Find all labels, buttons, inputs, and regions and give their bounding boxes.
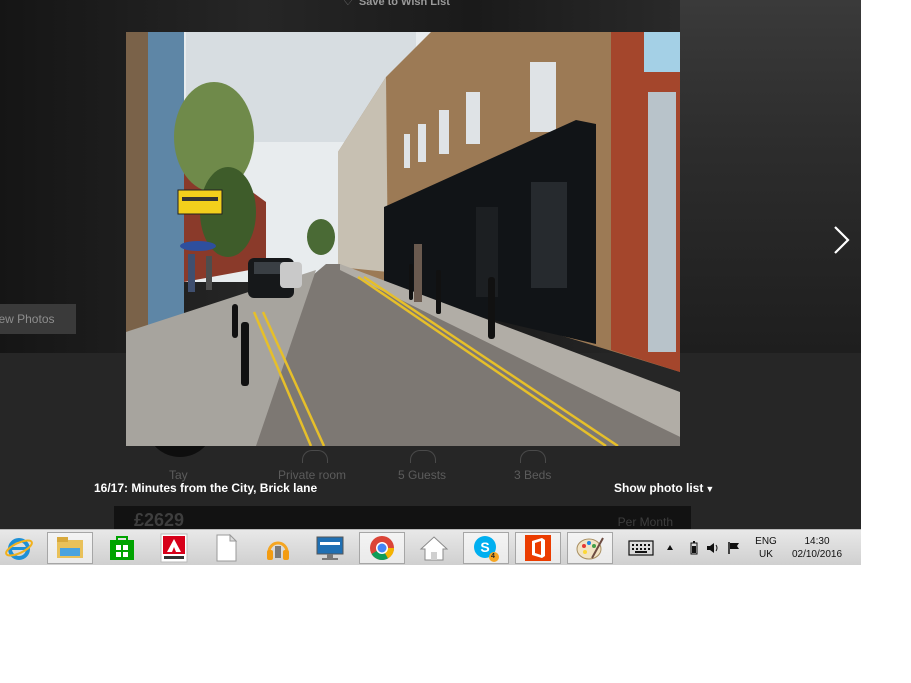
paint-palette-icon [576, 537, 604, 560]
taskbar-music[interactable] [255, 532, 301, 564]
show-photo-list-label: Show photo list [614, 481, 704, 495]
save-to-wishlist-label: Save to Wish List [358, 0, 450, 8]
adobe-icon [160, 533, 188, 563]
language-code: ENG [755, 536, 777, 547]
language-indicator[interactable]: ENG UK [751, 535, 781, 561]
skype-icon: S [474, 536, 499, 562]
svg-text:S: S [480, 539, 489, 555]
taskbar-file-explorer[interactable] [47, 532, 93, 564]
clock[interactable]: 14:30 02/10/2016 [785, 535, 849, 561]
skype-badge: 4 [491, 553, 495, 560]
clock-date: 02/10/2016 [791, 549, 843, 560]
taskbar-store[interactable] [99, 532, 145, 564]
windows-taskbar: S 4 ENG UK 14:30 02/10/2016 [0, 529, 861, 565]
beds-icon [520, 450, 546, 463]
internet-explorer-icon [5, 538, 33, 560]
save-to-wishlist-button[interactable]: ♡ Save to Wish List [343, 0, 450, 8]
battery-icon[interactable] [690, 541, 698, 555]
heart-icon: ♡ [343, 0, 353, 8]
monitor-icon [316, 536, 344, 560]
caret-down-icon: ▼ [705, 484, 715, 494]
folder-icon [57, 537, 83, 558]
next-photo-button[interactable] [826, 222, 858, 258]
headphones-icon [267, 541, 289, 560]
volume-icon[interactable] [706, 541, 720, 555]
taskbar-chrome[interactable] [359, 532, 405, 564]
chevron-right-icon [834, 226, 850, 254]
listing-hero-photo-edge [680, 0, 861, 353]
view-photos-button[interactable]: View Photos [0, 304, 76, 334]
taskbar-adobe[interactable] [151, 532, 197, 564]
system-tray: ENG UK 14:30 02/10/2016 [620, 530, 861, 565]
show-hidden-icons-icon[interactable] [666, 544, 674, 552]
price-value: £2629 [134, 510, 185, 530]
taskbar-paint[interactable] [567, 532, 613, 564]
office-icon [525, 535, 551, 561]
document-icon [216, 534, 238, 562]
price-bar: £2629 Per Month [114, 506, 691, 530]
language-region: UK [759, 549, 773, 560]
taskbar-skype[interactable]: S 4 [463, 532, 509, 564]
taskbar-office[interactable] [515, 532, 561, 564]
amenity-room-type: Private room [278, 468, 347, 482]
taskbar-home[interactable] [411, 532, 457, 564]
chrome-icon [370, 536, 394, 561]
action-center-flag-icon[interactable] [727, 541, 741, 555]
price-period: Per Month [617, 515, 673, 529]
listing-photo [126, 32, 680, 446]
keyboard-icon[interactable] [628, 540, 654, 556]
home-icon [419, 536, 449, 561]
amenity-beds: 3 Beds [514, 468, 552, 482]
store-icon [110, 536, 134, 560]
show-photo-list-button[interactable]: Show photo list ▼ [614, 481, 714, 495]
clock-time: 14:30 [804, 536, 830, 547]
taskbar-internet-explorer[interactable] [0, 532, 42, 564]
taskbar-lenovo[interactable] [307, 532, 353, 564]
taskbar-document[interactable] [203, 532, 249, 564]
amenity-label: Tay [169, 468, 188, 482]
photo-caption: 16/17: Minutes from the City, Brick lane [94, 481, 318, 495]
amenity-guests: 5 Guests [398, 468, 447, 482]
browser-screen: ♡ Save to Wish List View Photos Tay Priva… [0, 0, 861, 565]
room-type-icon [302, 450, 328, 463]
guests-icon [410, 450, 436, 463]
